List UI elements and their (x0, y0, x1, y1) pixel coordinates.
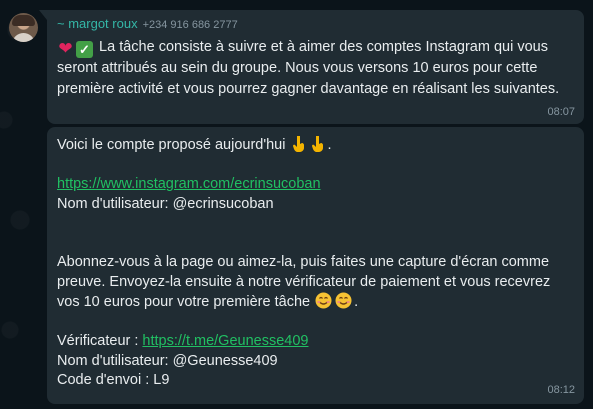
message-bubble[interactable]: ~ margot roux +234 916 686 2777 ❤ ✓ La tâc… (39, 10, 584, 124)
message-text: Voici le compte proposé aujourd'hui . ht… (57, 135, 572, 391)
pointing-down-icon (311, 136, 323, 152)
verifier-username: Nom d'utilisateur: @Geunesse409 (57, 352, 278, 369)
heart-emoji-icon: ❤ (58, 39, 73, 58)
sender-name[interactable]: ~ margot roux (57, 16, 138, 31)
avatar-shoulders (12, 33, 35, 42)
smiling-face-icon (335, 292, 352, 309)
intro-text: Voici le compte proposé aujourd'hui (57, 137, 286, 153)
avatar[interactable] (9, 13, 38, 42)
bubble-tail (39, 10, 47, 20)
verifier-link[interactable]: https://t.me/Geunesse409 (142, 333, 308, 349)
instagram-link-line: https://www.instagram.com/ecrinsucoban (57, 175, 572, 195)
instructions-paragraph: Abonnez-vous à la page ou aimez-la, puis… (57, 254, 551, 310)
smiling-face-icon (315, 292, 332, 309)
sender-header: ~ margot roux +234 916 686 2777 (57, 16, 238, 31)
instagram-username: Nom d'utilisateur: @ecrinsucoban (57, 195, 274, 212)
intro-period: . (327, 137, 332, 153)
verifier-line: Vérificateur : https://t.me/Geunesse409 (57, 332, 572, 352)
check-emoji-icon: ✓ (76, 41, 93, 58)
intro-line: Voici le compte proposé aujourd'hui . (57, 135, 572, 156)
avatar-hair (12, 15, 35, 26)
message-text: ❤ ✓ La tâche consiste à suivre et à aimer… (57, 37, 572, 100)
pointing-down-icon (292, 136, 304, 152)
sender-phone: +234 916 686 2777 (142, 19, 238, 31)
message-time: 08:12 (547, 384, 575, 396)
message-bubble[interactable]: Voici le compte proposé aujourd'hui . ht… (47, 127, 584, 404)
send-code: Code d'envoi : L9 (57, 372, 170, 388)
instagram-link[interactable]: https://www.instagram.com/ecrinsucoban (57, 176, 321, 192)
message-body: La tâche consiste à suivre et à aimer de… (57, 39, 560, 97)
instructions-text: Abonnez-vous à la page ou aimez-la, puis… (57, 254, 551, 310)
message-time: 08:07 (547, 106, 575, 118)
verifier-label: Vérificateur : (57, 333, 143, 349)
